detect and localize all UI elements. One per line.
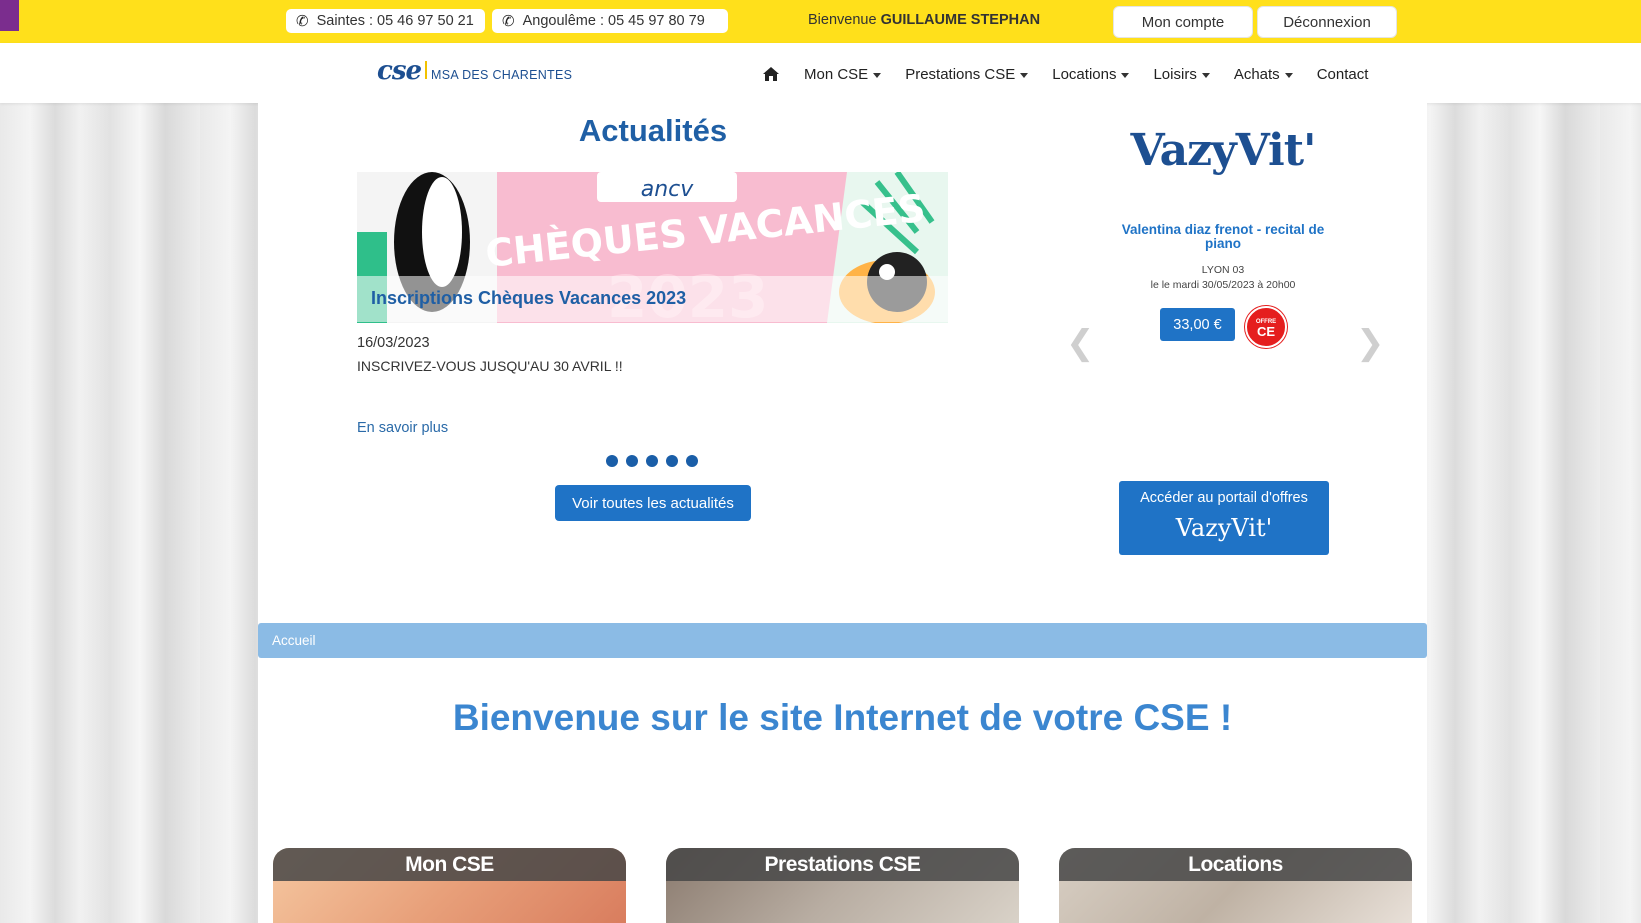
breadcrumb: Accueil: [258, 623, 1427, 658]
nav-menu: Mon CSE Prestations CSE Locations Loisir…: [762, 61, 1368, 87]
chevron-down-icon: [1284, 72, 1293, 78]
account-button-label: Mon compte: [1141, 13, 1225, 31]
nav-label: Locations: [1052, 65, 1117, 83]
home-icon: [763, 67, 779, 81]
main-navbar: cse MSA DES CHARENTES Mon CSE Prestation…: [0, 43, 1641, 103]
carousel-dot[interactable]: [626, 455, 638, 467]
logout-button[interactable]: Déconnexion: [1257, 6, 1397, 38]
chevron-left-icon[interactable]: ❮: [1066, 323, 1095, 363]
nav-item-achats[interactable]: Achats: [1234, 66, 1293, 83]
phone-angouleme[interactable]: ✆ Angoulême : 05 45 97 80 79: [492, 9, 728, 33]
logo-mark: cse: [377, 56, 422, 86]
card-title: Mon CSE: [273, 848, 626, 881]
card-locations[interactable]: Locations: [1059, 848, 1412, 923]
logout-button-label: Déconnexion: [1283, 13, 1371, 31]
page-title: Bienvenue sur le site Internet de votre …: [452, 697, 1233, 738]
card-title: Locations: [1059, 848, 1412, 881]
all-news-button[interactable]: Voir toutes les actualités: [555, 485, 751, 521]
read-more-link[interactable]: En savoir plus: [357, 420, 448, 436]
chevron-right-icon[interactable]: ❯: [1356, 323, 1385, 363]
phone-saintes[interactable]: ✆ Saintes : 05 46 97 50 21: [286, 9, 485, 33]
nav-label: Prestations CSE: [905, 65, 1016, 83]
news-date: 16/03/2023: [357, 335, 430, 351]
chevron-down-icon: [1020, 72, 1029, 78]
vazyvit-portal-button[interactable]: Accéder au portail d'offres VazyVit': [1119, 481, 1329, 555]
vazyvit-logo: VazyVit': [1130, 125, 1316, 176]
card-mon-cse[interactable]: Mon CSE: [273, 848, 626, 923]
account-button[interactable]: Mon compte: [1113, 6, 1253, 38]
banner-brand: ancv: [641, 177, 695, 202]
nav-item-mon-cse[interactable]: Mon CSE: [804, 65, 882, 83]
nav-label: Mon CSE: [804, 65, 869, 83]
event-price: 33,00 €: [1173, 316, 1222, 333]
phone-angouleme-label: Angoulême : 05 45 97 80 79: [522, 13, 705, 29]
carousel-dot[interactable]: [606, 455, 618, 467]
chevron-down-icon: [1121, 72, 1130, 78]
news-heading: Actualités: [578, 113, 728, 148]
phone-icon: ✆: [296, 13, 309, 30]
side-tab[interactable]: [0, 0, 19, 31]
nav-label: Loisirs: [1153, 65, 1197, 83]
portal-button-line1: Accéder au portail d'offres: [1140, 490, 1308, 506]
card-prestations-cse[interactable]: Prestations CSE: [666, 848, 1019, 923]
welcome-prefix: Bienvenue: [808, 12, 877, 28]
offre-ce-badge: OFFRE CE: [1245, 306, 1287, 348]
card-title: Prestations CSE: [666, 848, 1019, 881]
chevron-down-icon: [1201, 72, 1210, 78]
nav-item-prestations[interactable]: Prestations CSE: [905, 65, 1029, 83]
user-name: GUILLAUME STEPHAN: [880, 12, 1041, 28]
nav-item-contact[interactable]: Contact: [1317, 66, 1369, 83]
news-caption-overlay[interactable]: Inscriptions Chèques Vacances 2023: [357, 276, 948, 322]
carousel-indicators: [606, 455, 698, 467]
phone-saintes-label: Saintes : 05 46 97 50 21: [316, 13, 474, 29]
news-caption-text: Inscriptions Chèques Vacances 2023: [371, 288, 687, 308]
event-title[interactable]: Valentina diaz frenot - recital de piano: [1110, 223, 1336, 251]
logo-text: MSA DES CHARENTES: [431, 68, 573, 82]
nav-item-locations[interactable]: Locations: [1052, 65, 1130, 83]
carousel-dot[interactable]: [646, 455, 658, 467]
nav-label: Achats: [1233, 65, 1280, 83]
news-summary: INSCRIVEZ-VOUS JUSQU'AU 30 AVRIL !!: [357, 358, 623, 374]
logo-divider: [425, 61, 428, 79]
event-date: le le mardi 30/05/2023 à 20h00: [1150, 279, 1296, 291]
home-link[interactable]: [762, 66, 780, 82]
breadcrumb-current[interactable]: Accueil: [272, 633, 316, 648]
carousel-dot[interactable]: [686, 455, 698, 467]
nav-label: Contact: [1316, 65, 1369, 83]
event-price-button[interactable]: 33,00 €: [1160, 308, 1235, 341]
site-logo[interactable]: cse MSA DES CHARENTES: [377, 56, 572, 86]
badge-bottom-text: CE: [1256, 324, 1276, 339]
welcome-user: Bienvenue GUILLAUME STEPHAN: [808, 12, 1040, 28]
top-bar: ✆ Saintes : 05 46 97 50 21 ✆ Angoulême :…: [0, 0, 1641, 43]
portal-button-line2: VazyVit': [1175, 514, 1273, 542]
event-city: LYON 03: [1201, 264, 1245, 276]
carousel-dot[interactable]: [666, 455, 678, 467]
phone-icon: ✆: [502, 13, 515, 30]
chevron-down-icon: [873, 72, 882, 78]
nav-item-loisirs[interactable]: Loisirs: [1153, 65, 1210, 83]
all-news-button-label: Voir toutes les actualités: [572, 494, 734, 512]
